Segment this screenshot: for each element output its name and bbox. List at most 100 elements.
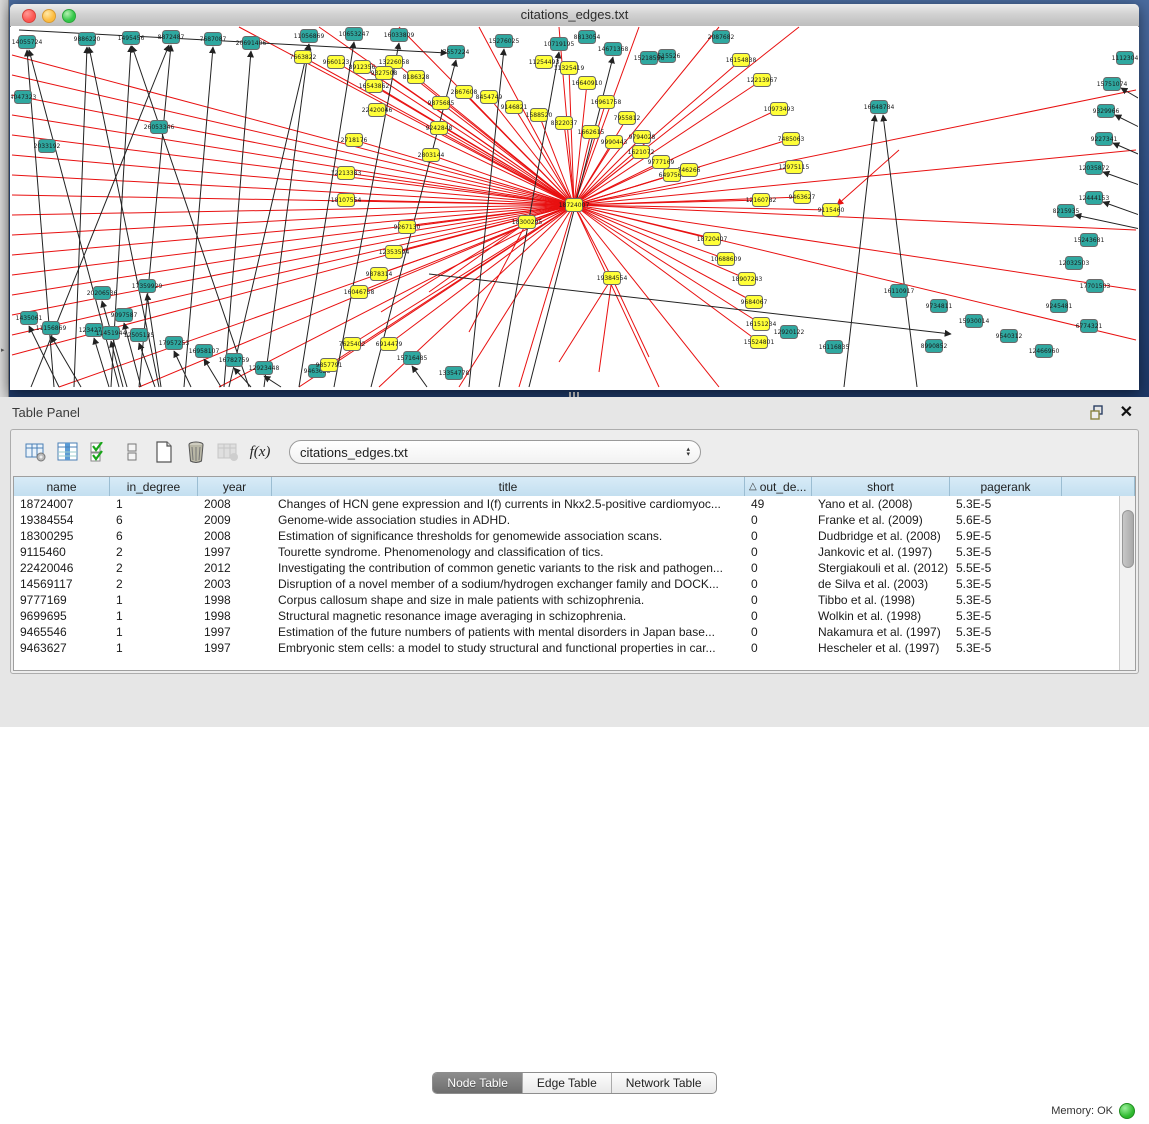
- vertical-scrollbar[interactable]: [1119, 496, 1135, 670]
- close-icon[interactable]: ✕: [1120, 402, 1133, 422]
- graph-node[interactable]: 17701503: [1080, 280, 1111, 293]
- graph-node[interactable]: 9990443: [601, 136, 628, 149]
- graph-node[interactable]: 7687087: [200, 33, 227, 46]
- graph-node[interactable]: 746266: [678, 164, 701, 177]
- graph-node[interactable]: 7485063: [778, 133, 805, 146]
- graph-node[interactable]: 16110917: [884, 285, 915, 298]
- graph-node[interactable]: 12160782: [746, 194, 777, 207]
- show-column-icon[interactable]: [53, 437, 83, 467]
- table-row[interactable]: 977716911998Corpus callosum shape and si…: [14, 592, 1120, 608]
- graph-node[interactable]: 12466960: [1029, 345, 1060, 358]
- tab-network-table[interactable]: Network Table: [612, 1073, 716, 1093]
- graph-node[interactable]: 7955812: [614, 112, 641, 125]
- tab-edge-table[interactable]: Edge Table: [523, 1073, 612, 1093]
- graph-node[interactable]: 16033809: [384, 29, 415, 42]
- graph-node[interactable]: 12213967: [747, 74, 778, 87]
- graph-node[interactable]: 7557224: [443, 46, 470, 59]
- graph-node[interactable]: 1495456: [118, 32, 145, 45]
- tab-node-table[interactable]: Node Table: [433, 1073, 523, 1093]
- float-panel-icon[interactable]: [1089, 404, 1105, 420]
- delete-table-icon[interactable]: [181, 437, 211, 467]
- column-header-title[interactable]: title: [272, 477, 745, 496]
- graph-node[interactable]: 11056869: [294, 30, 325, 43]
- select-all-icon[interactable]: [85, 437, 115, 467]
- graph-node[interactable]: 14055724: [12, 36, 43, 49]
- graph-node[interactable]: 19384554: [597, 272, 628, 285]
- graph-node[interactable]: 15716485: [397, 352, 428, 365]
- graph-node[interactable]: 9115460: [818, 204, 845, 217]
- graph-node[interactable]: 10688609: [711, 253, 742, 266]
- graph-node[interactable]: 9146821: [501, 101, 528, 114]
- graph-node[interactable]: 9245481: [1046, 300, 1073, 313]
- table-row[interactable]: 946362711997Embryonic stem cells: a mode…: [14, 640, 1120, 656]
- function-builder-icon[interactable]: f(x): [245, 437, 275, 467]
- table-settings-icon[interactable]: [21, 437, 51, 467]
- graph-node[interactable]: 9267130: [394, 221, 421, 234]
- table-chooser-dropdown[interactable]: citations_edges.txt ▴▾: [289, 440, 701, 464]
- graph-node[interactable]: 16640910: [572, 77, 603, 90]
- graph-node[interactable]: 18107554: [331, 194, 362, 207]
- table-row[interactable]: 969969511998Structural magnetic resonanc…: [14, 608, 1120, 624]
- column-header-pagerank[interactable]: pagerank: [950, 477, 1062, 496]
- graph-node[interactable]: 2033192: [34, 140, 61, 153]
- table-row[interactable]: 2242004622012Investigating the contribut…: [14, 560, 1120, 576]
- graph-node[interactable]: 8872487: [158, 31, 185, 44]
- column-header-name[interactable]: name: [14, 477, 110, 496]
- graph-node[interactable]: 20691406: [236, 37, 267, 50]
- graph-node[interactable]: 16782759: [219, 354, 250, 367]
- panel-expand-arrow-icon[interactable]: ▸: [1, 346, 5, 354]
- scrollbar-thumb[interactable]: [1122, 510, 1134, 568]
- graph-node[interactable]: 12032503: [1059, 257, 1090, 270]
- graph-node[interactable]: 9875685: [428, 97, 455, 110]
- graph-node[interactable]: 7663822: [290, 51, 317, 64]
- column-header-year[interactable]: year: [198, 477, 272, 496]
- graph-node[interactable]: 10653247: [339, 28, 370, 41]
- graph-node[interactable]: 15930014: [959, 315, 990, 328]
- graph-node[interactable]: 10719195: [544, 38, 575, 51]
- graph-node[interactable]: 8322037: [551, 117, 578, 130]
- graph-node[interactable]: 2718176: [341, 134, 368, 147]
- table-row[interactable]: 1830029562008Estimation of significance …: [14, 528, 1120, 544]
- graph-node[interactable]: 15524801: [744, 336, 775, 349]
- graph-node[interactable]: 2087682: [708, 31, 735, 44]
- graph-node[interactable]: 22420046: [362, 104, 393, 117]
- column-header-short[interactable]: short: [812, 477, 950, 496]
- graph-node[interactable]: 16116835: [819, 341, 850, 354]
- graph-node[interactable]: 20206536: [87, 287, 118, 300]
- table-row[interactable]: 1872400712008Changes of HCN gene express…: [14, 496, 1120, 512]
- graph-node[interactable]: 14671368: [598, 43, 629, 56]
- graph-node[interactable]: 16961758: [591, 96, 622, 109]
- graph-node[interactable]: 9660123: [323, 56, 350, 69]
- table-row[interactable]: 911546021997Tourette syndrome. Phenomeno…: [14, 544, 1120, 560]
- graph-node[interactable]: 9878314: [366, 268, 393, 281]
- network-canvas[interactable]: 1405572498862201495456887248776870872069…: [11, 26, 1138, 390]
- graph-node[interactable]: 9734811: [926, 300, 953, 313]
- graph-node[interactable]: 9463627: [789, 191, 816, 204]
- graph-node[interactable]: 1112304: [1112, 52, 1138, 65]
- graph-node[interactable]: 16151234: [746, 318, 777, 331]
- column-header-out_degree[interactable]: △out_de...: [745, 477, 812, 496]
- graph-node[interactable]: 15276025: [489, 35, 520, 48]
- table-row[interactable]: 1456911722003Disruption of a novel membe…: [14, 576, 1120, 592]
- graph-node[interactable]: 26053346: [144, 121, 175, 134]
- graph-node[interactable]: 16648784: [864, 101, 895, 114]
- graph-node[interactable]: 8813054: [574, 31, 601, 44]
- graph-node[interactable]: 17957253: [159, 337, 190, 350]
- new-table-icon[interactable]: [149, 437, 179, 467]
- graph-node[interactable]: 9540312: [996, 330, 1023, 343]
- table-row[interactable]: 1938455462009Genome-wide association stu…: [14, 512, 1120, 528]
- collapsed-panel-strip[interactable]: ▸: [0, 0, 9, 397]
- network-graph[interactable]: 1405572498862201495456887248776870872069…: [11, 26, 1138, 390]
- graph-node[interactable]: 4047323: [11, 91, 37, 104]
- graph-node[interactable]: 12923448: [249, 362, 280, 375]
- column-header-in_degree[interactable]: in_degree: [110, 477, 198, 496]
- graph-node[interactable]: 8990852: [921, 340, 948, 353]
- graph-node[interactable]: 2867608: [451, 86, 478, 99]
- graph-node[interactable]: 6914479: [376, 338, 403, 351]
- graph-node[interactable]: 15243681: [1074, 234, 1105, 247]
- unselect-all-icon[interactable]: [117, 437, 147, 467]
- table-row[interactable]: 946554611997Estimation of the future num…: [14, 624, 1120, 640]
- graph-node[interactable]: 18720407: [697, 233, 728, 246]
- graph-node[interactable]: 12920122: [774, 326, 805, 339]
- window-titlebar[interactable]: citations_edges.txt: [10, 4, 1139, 27]
